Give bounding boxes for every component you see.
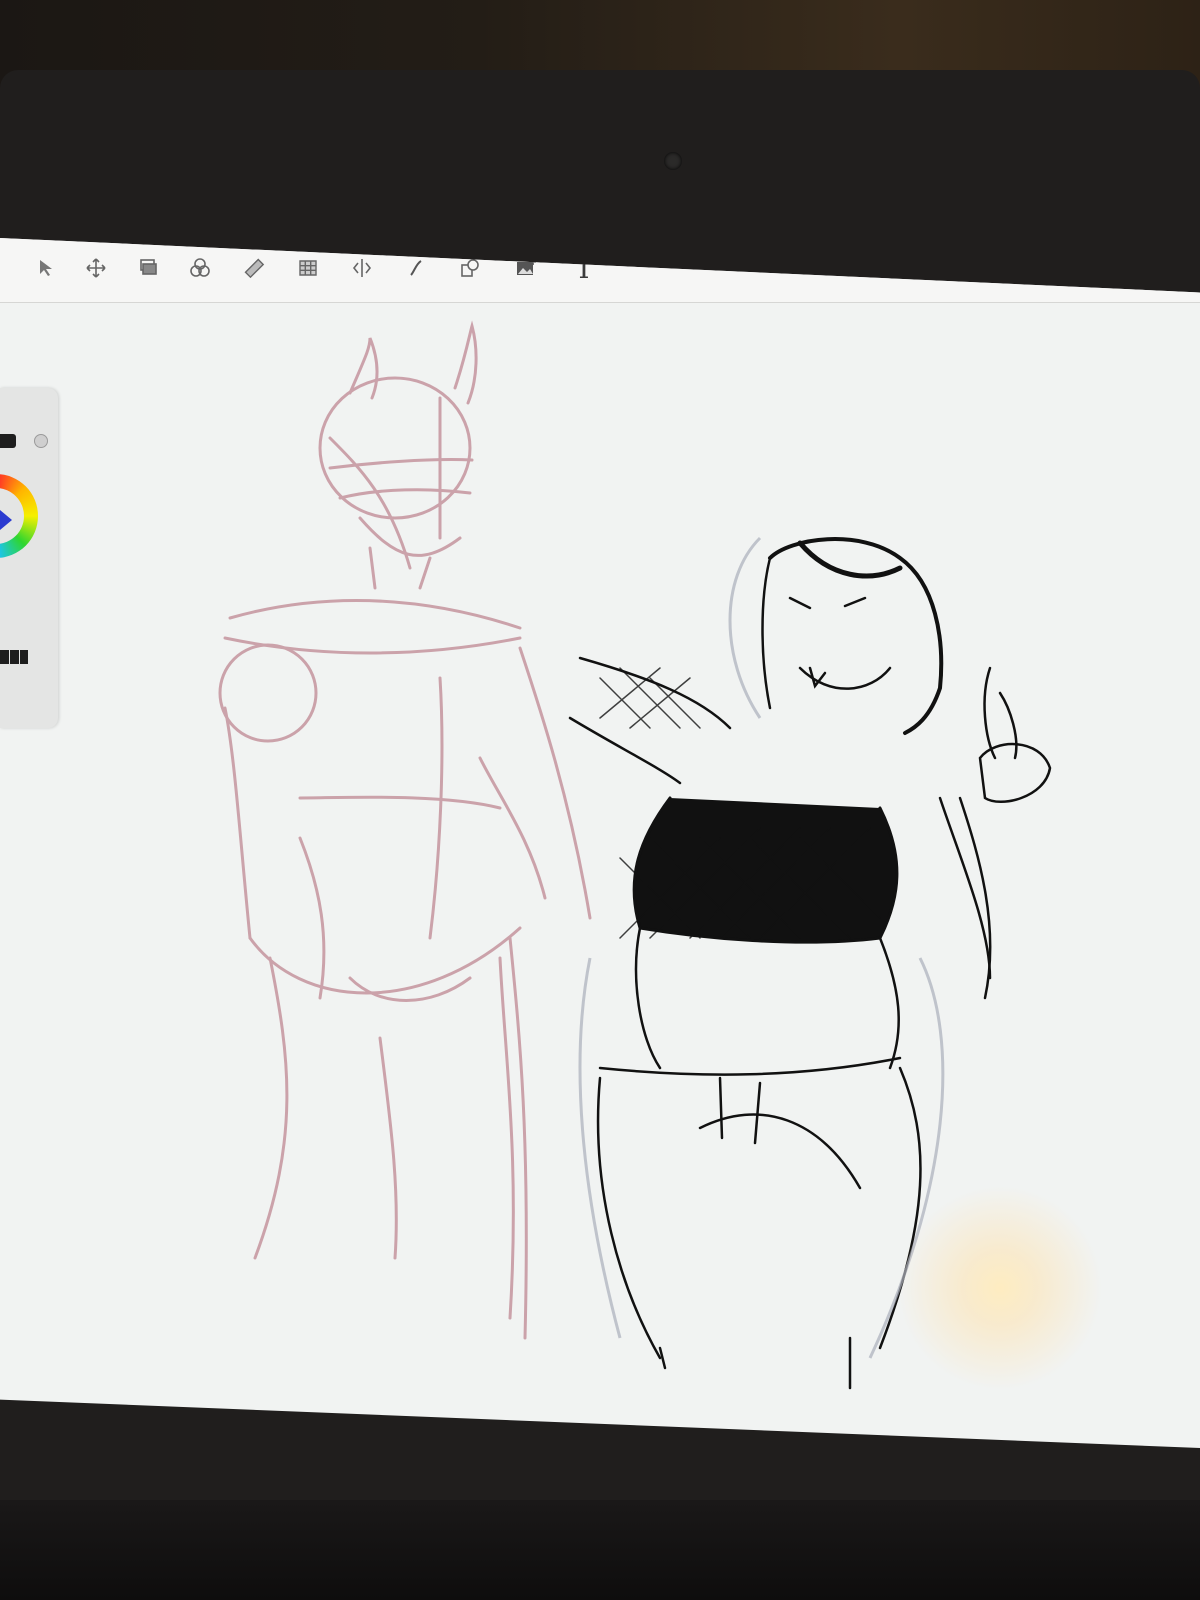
posing-figure-drawing (568, 537, 1052, 1390)
webcam (664, 152, 682, 170)
laptop-deck (0, 1500, 1200, 1600)
gray-underdrawing (578, 536, 945, 1359)
screen: T (0, 238, 1200, 1448)
drawing-canvas[interactable] (0, 238, 1200, 1448)
horned-figure-sketch (218, 320, 592, 1340)
